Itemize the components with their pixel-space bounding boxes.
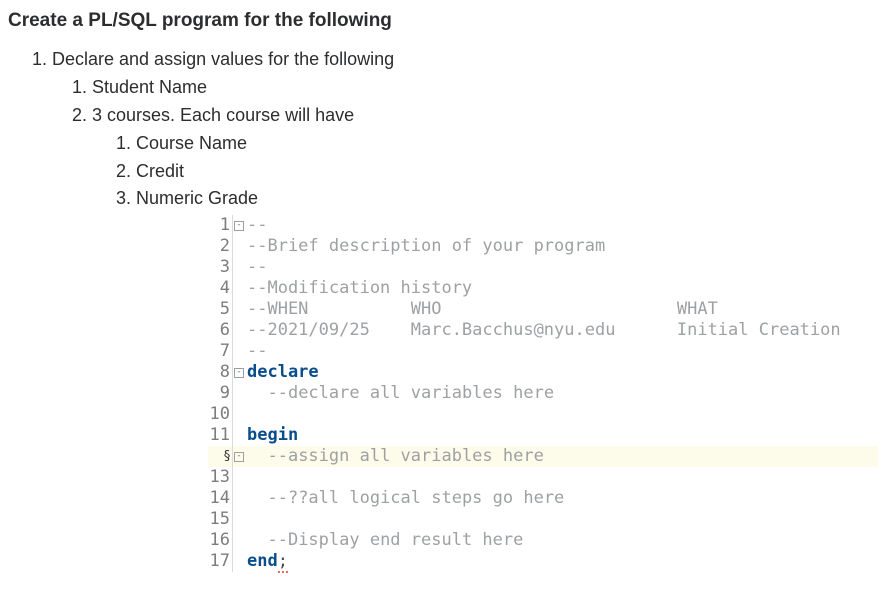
code-line-6: 6 --2021/09/25 Marc.Bacchus@nyu.edu Init… — [208, 320, 878, 341]
code-line-17: 17 end; — [208, 551, 878, 572]
line-number: 1 — [208, 215, 233, 236]
line-number: 2 — [208, 236, 233, 257]
task-subitem-1: Student Name — [92, 74, 884, 102]
code-line-13: 13 — [208, 467, 878, 488]
code-comment: --Display end result here — [267, 530, 523, 550]
code-keyword: declare — [247, 362, 319, 382]
task-item-1-text: Declare and assign values for the follow… — [52, 49, 394, 69]
code-comment: --Modification history — [247, 278, 472, 298]
code-line-1: 1 - -- — [208, 215, 878, 236]
line-number: 14 — [208, 488, 233, 509]
task-inner-3: Numeric Grade — [136, 185, 884, 213]
line-number: 6 — [208, 320, 233, 341]
line-number: 5 — [208, 299, 233, 320]
task-sublist: Student Name 3 courses. Each course will… — [52, 74, 884, 213]
fold-spacer — [233, 488, 245, 509]
line-number: 4 — [208, 278, 233, 299]
code-comment: --WHEN WHO WHAT — [247, 299, 718, 319]
code-keyword: begin — [247, 425, 298, 445]
code-comment: -- — [247, 215, 267, 235]
code-comment: --Brief description of your program — [247, 236, 605, 256]
fold-spacer — [233, 467, 245, 488]
bookmark-icon[interactable]: § — [208, 446, 233, 467]
fold-toggle-icon[interactable]: - — [233, 362, 245, 383]
code-comment: --2021/09/25 Marc.Bacchus@nyu.edu Initia… — [247, 320, 841, 340]
code-line-7: 7 -- — [208, 341, 878, 362]
fold-spacer — [233, 530, 245, 551]
fold-spacer — [233, 320, 245, 341]
line-number: 7 — [208, 341, 233, 362]
code-comment: --declare all variables here — [267, 383, 554, 403]
code-line-5: 5 --WHEN WHO WHAT — [208, 299, 878, 320]
code-keyword: end — [247, 551, 278, 571]
line-number: 3 — [208, 257, 233, 278]
code-line-2: 2 --Brief description of your program — [208, 236, 878, 257]
fold-spacer — [233, 236, 245, 257]
fold-spacer — [233, 257, 245, 278]
line-number: 13 — [208, 467, 233, 488]
line-number: 11 — [208, 425, 233, 446]
code-comment: -- — [247, 257, 267, 277]
line-number: 9 — [208, 383, 233, 404]
line-number: 16 — [208, 530, 233, 551]
fold-spacer — [233, 341, 245, 362]
fold-spacer — [233, 404, 245, 425]
code-line-16: 16 --Display end result here — [208, 530, 878, 551]
code-line-12: § - --assign all variables here — [208, 446, 878, 467]
fold-spacer — [233, 425, 245, 446]
code-blank — [245, 509, 878, 530]
fold-spacer — [233, 509, 245, 530]
code-line-14: 14 --??all logical steps go here — [208, 488, 878, 509]
code-line-3: 3 -- — [208, 257, 878, 278]
fold-toggle-icon[interactable]: - — [233, 446, 245, 467]
code-line-4: 4 --Modification history — [208, 278, 878, 299]
task-inner-2: Credit — [136, 158, 884, 186]
fold-spacer — [233, 278, 245, 299]
fold-spacer — [233, 551, 245, 572]
task-list: Declare and assign values for the follow… — [8, 46, 884, 213]
line-number: 10 — [208, 404, 233, 425]
fold-toggle-icon[interactable]: - — [233, 215, 245, 236]
line-number: 17 — [208, 551, 233, 572]
task-subitem-2-text: 3 courses. Each course will have — [92, 105, 354, 125]
task-innerlist: Course Name Credit Numeric Grade — [92, 130, 884, 214]
task-inner-1: Course Name — [136, 130, 884, 158]
line-number: 15 — [208, 509, 233, 530]
code-punct: ; — [278, 551, 288, 573]
code-line-10: 10 — [208, 404, 878, 425]
task-subitem-2: 3 courses. Each course will have Course … — [92, 102, 884, 214]
line-number: 8 — [208, 362, 233, 383]
code-comment: -- — [247, 341, 267, 361]
code-comment: --??all logical steps go here — [267, 488, 564, 508]
page-title: Create a PL/SQL program for the followin… — [8, 10, 884, 32]
code-blank — [245, 467, 878, 488]
fold-spacer — [233, 299, 245, 320]
code-editor: 1 - -- 2 --Brief description of your pro… — [208, 215, 878, 572]
code-line-15: 15 — [208, 509, 878, 530]
code-line-8: 8 - declare — [208, 362, 878, 383]
document-page: Create a PL/SQL program for the followin… — [0, 0, 892, 572]
code-blank — [245, 404, 878, 425]
fold-spacer — [233, 383, 245, 404]
code-line-9: 9 --declare all variables here — [208, 383, 878, 404]
code-line-11: 11 begin — [208, 425, 878, 446]
task-item-1: Declare and assign values for the follow… — [52, 46, 884, 213]
code-comment: --assign all variables here — [267, 446, 543, 466]
